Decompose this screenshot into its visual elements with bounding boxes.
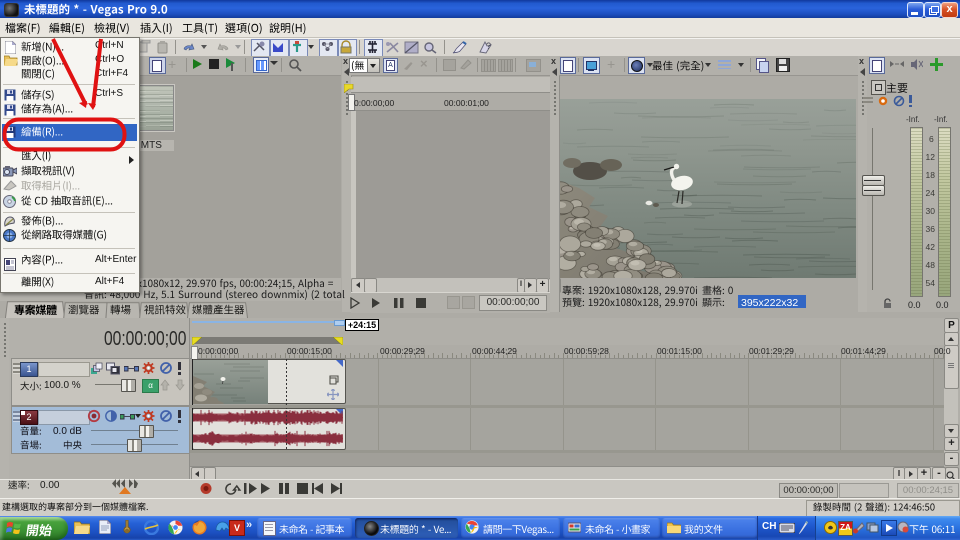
svg-text:?: ?: [486, 41, 491, 51]
